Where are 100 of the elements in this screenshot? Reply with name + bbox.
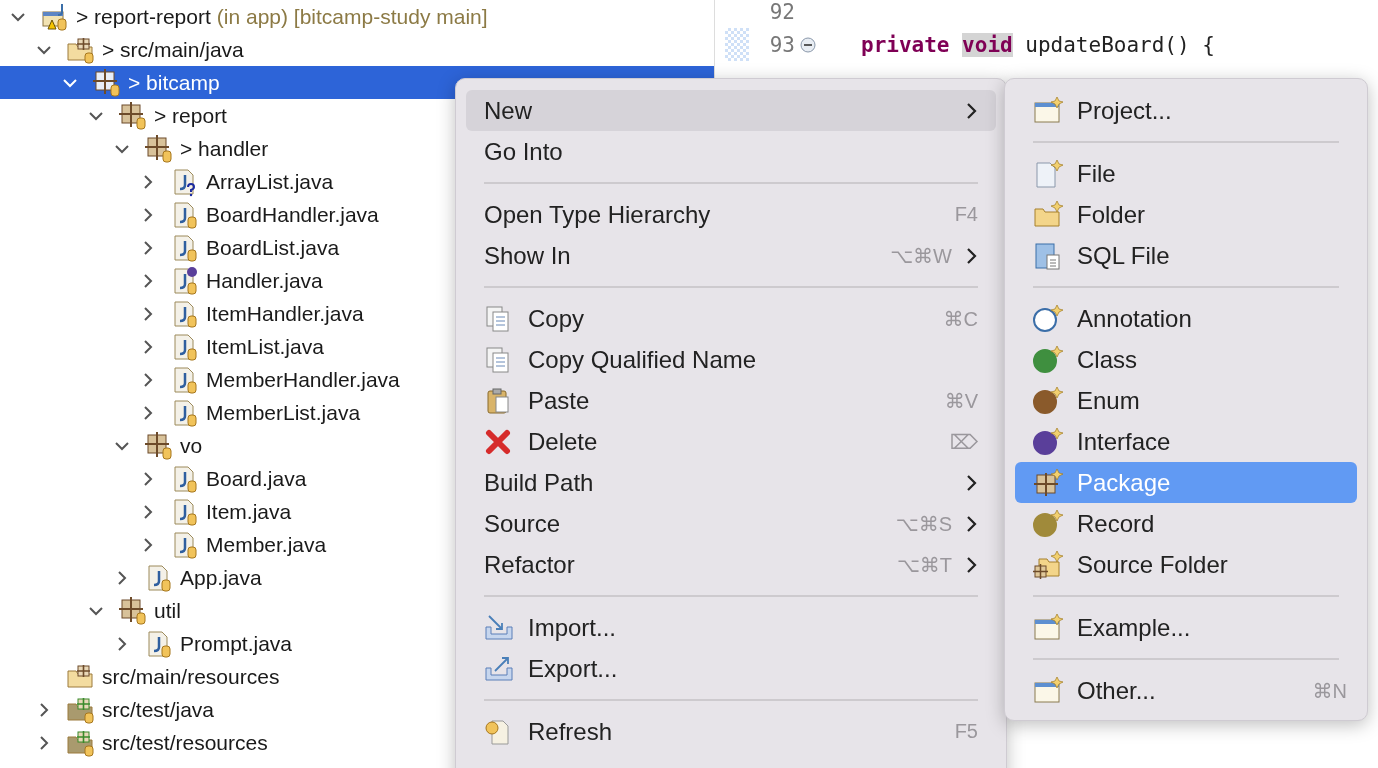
menu-item[interactable]: Folder xyxy=(1015,194,1357,235)
package-icon xyxy=(92,67,122,98)
new-folder-icon xyxy=(1033,200,1063,229)
chevron-right-icon[interactable] xyxy=(143,371,153,388)
menu-item[interactable]: Source ⌥⌘S xyxy=(466,503,996,544)
shortcut-label: ⌘N xyxy=(1312,678,1347,703)
package-icon xyxy=(144,430,174,461)
menu-item[interactable]: Copy ⌘C xyxy=(466,298,996,339)
chevron-right-icon[interactable] xyxy=(117,635,127,652)
menu-item[interactable]: Interface xyxy=(1015,421,1357,462)
menu-item[interactable]: Annotation xyxy=(1015,298,1357,339)
change-marker xyxy=(725,28,749,61)
package-icon xyxy=(118,595,148,626)
chevron-right-icon[interactable] xyxy=(143,470,153,487)
package-icon xyxy=(118,100,148,131)
chevron-down-icon[interactable] xyxy=(10,11,26,22)
tree-item-label: Board.java xyxy=(205,466,307,491)
chevron-right-icon[interactable] xyxy=(143,305,153,322)
export-icon xyxy=(484,654,514,683)
new-file-icon xyxy=(1033,159,1063,188)
tree-item-label: > report-report xyxy=(75,4,211,29)
enum-icon xyxy=(1033,386,1063,415)
chevron-right-icon[interactable] xyxy=(143,239,153,256)
menu-item[interactable]: Paste ⌘V xyxy=(466,380,996,421)
chevron-right-icon[interactable] xyxy=(143,404,153,421)
menu-item[interactable]: Source Folder xyxy=(1015,544,1357,585)
chevron-down-icon[interactable] xyxy=(88,110,104,121)
tree-item[interactable]: > src/main/java xyxy=(0,33,714,66)
window-wizard-icon xyxy=(1033,96,1063,125)
shortcut-label: ⌘V xyxy=(944,388,978,413)
menu-item[interactable]: Copy Qualified Name xyxy=(466,339,996,380)
refresh-icon xyxy=(484,717,512,746)
menu-item[interactable]: File xyxy=(1015,153,1357,194)
copy-name-icon xyxy=(484,345,512,374)
tree-item-label: ItemList.java xyxy=(205,334,324,359)
collapse-icon[interactable] xyxy=(800,36,816,53)
tree-item-label: Member.java xyxy=(205,532,327,557)
shortcut-label: ⌥⌘T xyxy=(896,552,952,577)
chevron-right-icon[interactable] xyxy=(143,206,153,223)
menu-item[interactable]: Import... xyxy=(466,607,996,648)
menu-item[interactable]: Delete ⌦ xyxy=(466,421,996,462)
chevron-right-icon[interactable] xyxy=(143,272,153,289)
window-wizard-icon xyxy=(1033,613,1063,642)
shortcut-label: ⌥⌘S xyxy=(895,511,952,536)
menu-item[interactable]: New xyxy=(466,90,996,131)
delete-icon xyxy=(484,427,512,456)
shortcut-label: ⌥⌘W xyxy=(890,243,952,268)
menu-item[interactable]: SQL File xyxy=(1015,235,1357,276)
new-package-icon xyxy=(1033,468,1063,497)
tree-item-label: App.java xyxy=(179,565,262,590)
menu-item[interactable]: Project... xyxy=(1015,90,1357,131)
tree-item-label: src/main/resources xyxy=(101,664,280,689)
menu-item[interactable]: Record xyxy=(1015,503,1357,544)
tree-item-label: src/test/java xyxy=(101,697,215,722)
chevron-right-icon[interactable] xyxy=(39,734,49,751)
chevron-down-icon[interactable] xyxy=(88,605,104,616)
interface-icon xyxy=(1033,427,1063,456)
project-icon xyxy=(40,1,70,32)
menu-item[interactable]: Export... xyxy=(466,648,996,689)
tree-item-label: > src/main/java xyxy=(101,37,244,62)
tree-item-label: > bitcamp xyxy=(127,70,220,95)
chevron-down-icon[interactable] xyxy=(36,44,52,55)
tree-item-label: util xyxy=(153,598,181,623)
project-decoration: (in app) [bitcamp-study main] xyxy=(215,4,488,29)
chevron-right-icon[interactable] xyxy=(143,173,153,190)
tree-item-label: MemberHandler.java xyxy=(205,367,400,392)
code-line: private void updateBoard() { xyxy=(860,32,1215,57)
window-wizard-icon xyxy=(1033,676,1063,705)
shortcut-label: ⌘C xyxy=(943,306,978,331)
copy-icon xyxy=(484,304,512,333)
tree-item-label: > handler xyxy=(179,136,269,161)
menu-item[interactable]: Build Path xyxy=(466,462,996,503)
menu-item[interactable]: Example... xyxy=(1015,607,1357,648)
chevron-down-icon[interactable] xyxy=(114,143,130,154)
chevron-right-icon[interactable] xyxy=(117,569,127,586)
menu-item[interactable]: Class xyxy=(1015,339,1357,380)
tree-item-label: MemberList.java xyxy=(205,400,361,425)
tree-item-label: > report xyxy=(153,103,227,128)
sql-file-icon xyxy=(1033,241,1063,270)
tree-item-label: Item.java xyxy=(205,499,292,524)
menu-item[interactable]: Refactor ⌥⌘T xyxy=(466,544,996,585)
chevron-right-icon[interactable] xyxy=(39,701,49,718)
chevron-right-icon[interactable] xyxy=(143,503,153,520)
tree-item-label: Prompt.java xyxy=(179,631,293,656)
tree-item-label: vo xyxy=(179,433,203,458)
chevron-right-icon[interactable] xyxy=(143,536,153,553)
shortcut-label: F5 xyxy=(954,720,978,743)
annotation-icon xyxy=(1033,304,1063,333)
chevron-down-icon[interactable] xyxy=(114,440,130,451)
tree-item-label: src/test/resources xyxy=(101,730,268,755)
tree-item[interactable]: > report-report (in app) [bitcamp-study main] xyxy=(0,0,714,33)
shortcut-label: F4 xyxy=(954,203,978,226)
chevron-right-icon[interactable] xyxy=(143,338,153,355)
package-icon xyxy=(144,133,174,164)
menu-item[interactable]: Refresh F5 xyxy=(466,711,996,752)
import-icon xyxy=(484,613,514,642)
menu-item[interactable]: Enum xyxy=(1015,380,1357,421)
line-number: 93 xyxy=(768,32,795,57)
menu-item[interactable]: Other... ⌘N xyxy=(1015,670,1357,711)
clipboard-icon xyxy=(484,386,512,415)
